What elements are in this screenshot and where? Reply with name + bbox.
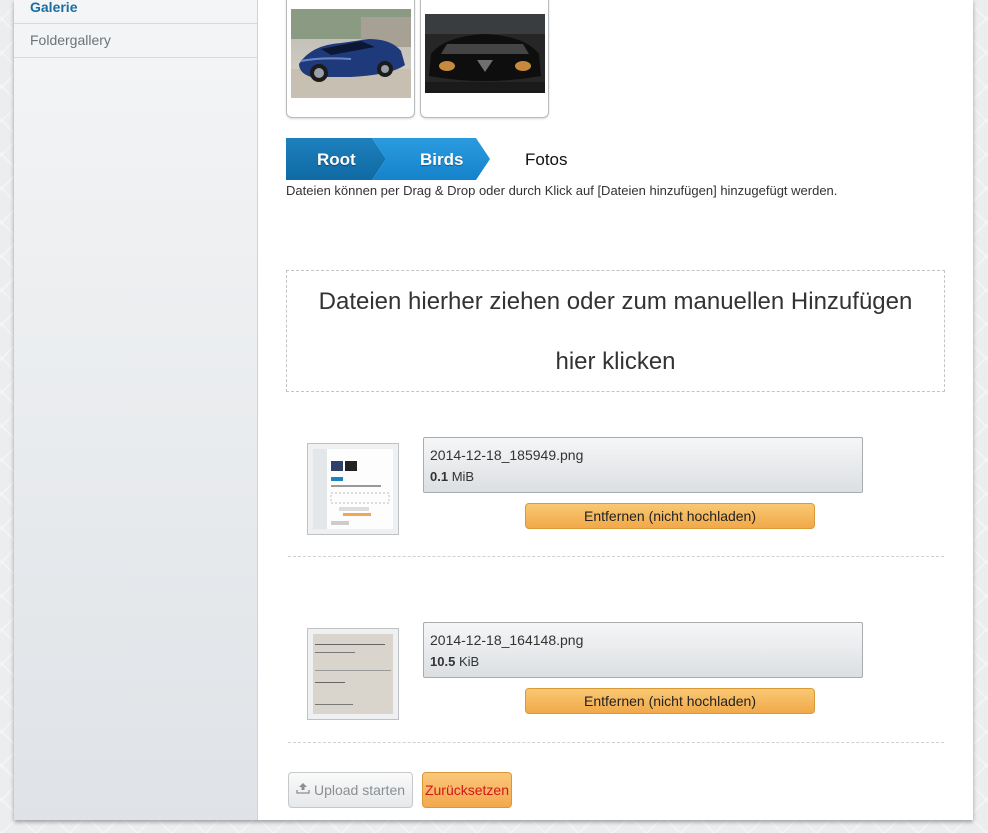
app-frame: Galerie Foldergallery Root Birds Fotos D… xyxy=(14,0,973,820)
file-name: 2014-12-18_164148.png xyxy=(430,632,584,648)
sidebar-item-label: Foldergallery xyxy=(30,32,111,48)
breadcrumb-label-birds[interactable]: Birds xyxy=(420,138,463,180)
gallery-thumb-card[interactable] xyxy=(286,0,415,118)
gallery-thumb-card[interactable] xyxy=(420,0,549,118)
divider xyxy=(288,742,944,743)
file-size: 0.1 MiB xyxy=(430,469,475,484)
sidebar-item-galerie[interactable]: Galerie xyxy=(14,0,257,24)
main-content: Root Birds Fotos Dateien können per Drag… xyxy=(258,0,973,820)
sidebar-item-label: Galerie xyxy=(30,0,78,15)
dropzone-text-line1: Dateien hierher ziehen oder zum manuelle… xyxy=(318,288,913,315)
upload-icon xyxy=(296,772,310,806)
sidebar-item-foldergallery[interactable]: Foldergallery xyxy=(14,24,257,58)
file-info-box: 2014-12-18_185949.png 0.1 MiB xyxy=(423,437,863,493)
file-preview-thumbnail xyxy=(307,443,399,535)
upload-instructions: Dateien können per Drag & Drop oder durc… xyxy=(286,183,838,198)
breadcrumb-label-root[interactable]: Root xyxy=(317,138,356,180)
reset-button[interactable]: Zurücksetzen xyxy=(422,772,512,808)
file-info-box: 2014-12-18_164148.png 10.5 KiB xyxy=(423,622,863,678)
sidebar: Galerie Foldergallery xyxy=(14,0,258,820)
car-photo-black xyxy=(425,14,545,93)
car-photo-blue xyxy=(291,9,411,98)
divider xyxy=(288,556,944,557)
dropzone-text-line2: hier klicken xyxy=(555,348,676,375)
upload-start-label: Upload starten xyxy=(313,782,406,798)
upload-start-button[interactable]: Upload starten xyxy=(288,772,413,808)
file-dropzone[interactable]: Dateien hierher ziehen oder zum manuelle… xyxy=(286,270,945,392)
file-preview-thumbnail xyxy=(307,628,399,720)
remove-file-button[interactable]: Entfernen (nicht hochladen) xyxy=(525,688,815,714)
breadcrumb-current: Fotos xyxy=(525,150,568,169)
breadcrumb: Root Birds Fotos xyxy=(286,138,586,180)
file-size: 10.5 KiB xyxy=(430,654,480,669)
remove-file-button[interactable]: Entfernen (nicht hochladen) xyxy=(525,503,815,529)
file-name: 2014-12-18_185949.png xyxy=(430,447,584,463)
